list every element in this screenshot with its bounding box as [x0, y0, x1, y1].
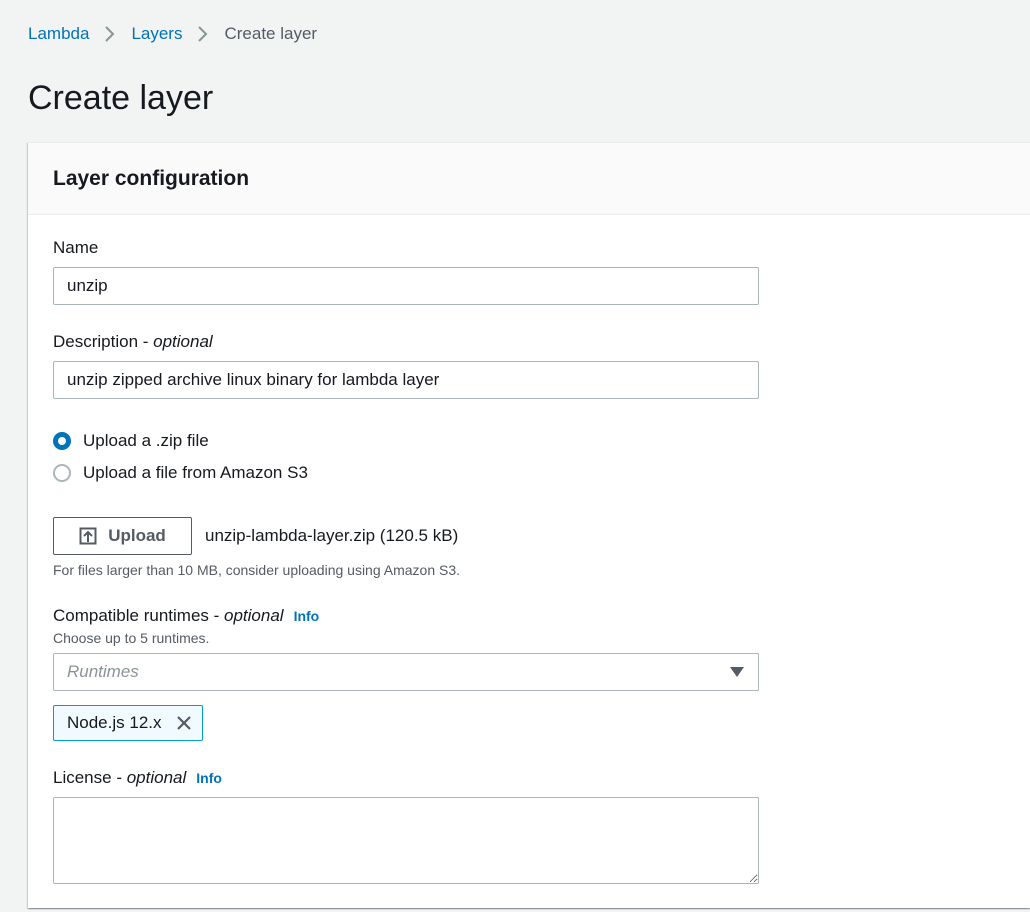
- runtimes-optional: optional: [224, 606, 284, 625]
- license-info-link[interactable]: Info: [196, 770, 222, 786]
- description-label: Description - optional: [53, 331, 213, 353]
- radio-upload-zip-label: Upload a .zip file: [83, 431, 209, 450]
- description-input[interactable]: [53, 361, 759, 399]
- license-optional: optional: [126, 768, 187, 787]
- page-title: Create layer: [28, 79, 214, 117]
- runtimes-placeholder: Runtimes: [67, 662, 139, 681]
- name-input[interactable]: [53, 267, 759, 305]
- license-label-text: License -: [53, 768, 127, 787]
- upload-hint: For files larger than 10 MB, consider up…: [53, 562, 461, 578]
- license-label: License - optional Info: [53, 767, 222, 789]
- breadcrumb-lambda[interactable]: Lambda: [28, 22, 89, 46]
- panel-header: Layer configuration: [28, 143, 1030, 215]
- radio-upload-s3[interactable]: Upload a file from Amazon S3: [53, 461, 308, 485]
- description-label-text: Description -: [53, 332, 154, 351]
- panel-title: Layer configuration: [53, 167, 250, 190]
- close-icon[interactable]: [174, 713, 194, 733]
- radio-upload-zip[interactable]: Upload a .zip file: [53, 429, 209, 453]
- runtime-token-label: Node.js 12.x: [67, 713, 162, 732]
- runtimes-label-text: Compatible runtimes -: [53, 606, 225, 625]
- upload-button-label: Upload: [108, 526, 166, 545]
- breadcrumb-layers[interactable]: Layers: [131, 22, 182, 46]
- runtime-token: Node.js 12.x: [53, 705, 203, 741]
- layer-configuration-panel: Layer configuration Name Description - o…: [28, 142, 1030, 908]
- upload-icon: [79, 527, 97, 545]
- breadcrumb: Lambda Layers Create layer: [28, 22, 317, 46]
- upload-button[interactable]: Upload: [53, 517, 192, 555]
- radio-upload-s3-control[interactable]: [53, 464, 71, 482]
- uploaded-file-name: unzip-lambda-layer.zip (120.5 kB): [205, 526, 459, 545]
- runtimes-label: Compatible runtimes - optional Info: [53, 605, 319, 627]
- radio-upload-zip-control[interactable]: [53, 432, 71, 450]
- runtimes-select[interactable]: Runtimes: [53, 653, 759, 691]
- description-optional: optional: [153, 332, 213, 351]
- license-textarea[interactable]: [53, 797, 759, 884]
- name-label: Name: [53, 238, 99, 257]
- caret-down-icon: [730, 667, 744, 677]
- runtimes-hint: Choose up to 5 runtimes.: [53, 630, 210, 646]
- runtimes-info-link[interactable]: Info: [294, 608, 320, 624]
- chevron-right-icon: [182, 22, 224, 46]
- radio-upload-s3-label: Upload a file from Amazon S3: [83, 463, 308, 482]
- breadcrumb-create-layer: Create layer: [224, 24, 318, 43]
- chevron-right-icon: [89, 22, 131, 46]
